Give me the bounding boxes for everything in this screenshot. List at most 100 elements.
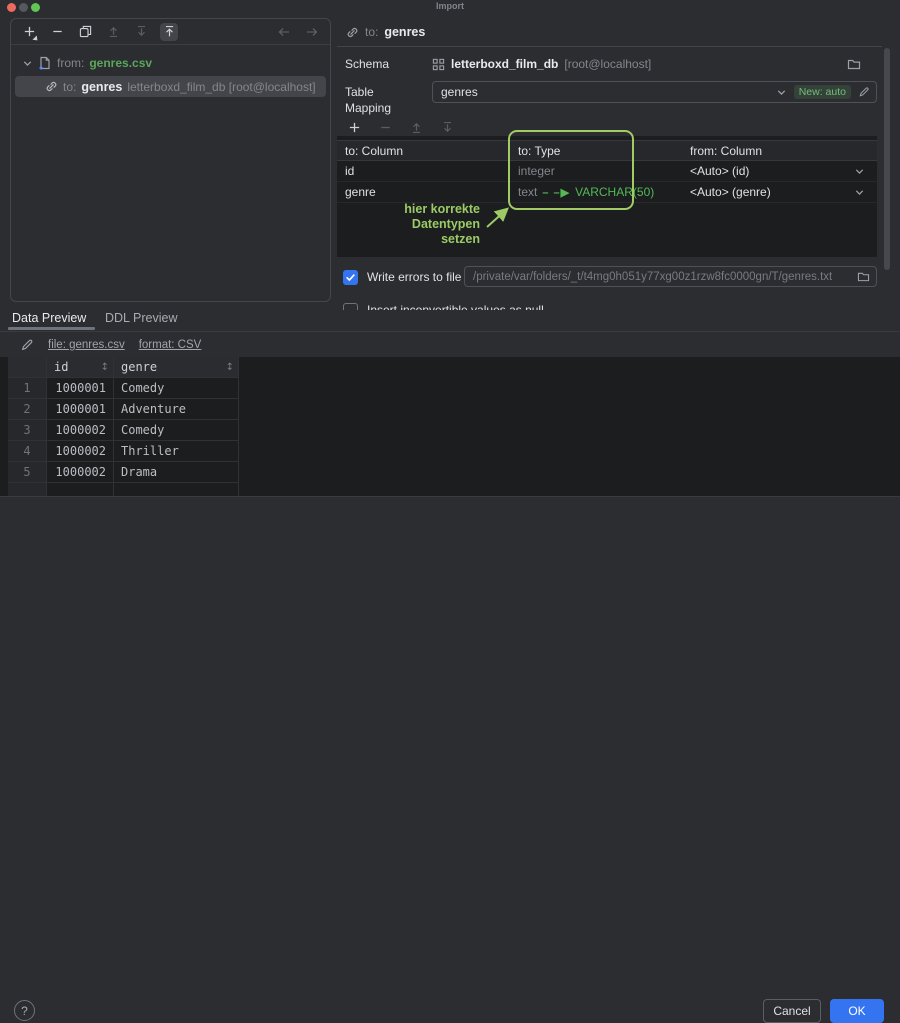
active-tab-indicator [8, 327, 95, 330]
schema-detail: [root@localhost] [564, 57, 651, 71]
column-header-id[interactable]: id ↕ [47, 357, 114, 378]
tab-ddl-preview[interactable]: DDL Preview [105, 311, 177, 329]
scroll-to-source-icon[interactable] [160, 23, 178, 41]
target-prefix: to: [63, 80, 76, 94]
annotation-arrow-icon [484, 204, 516, 232]
insert-null-label: Insert inconvertible values as null [367, 303, 544, 310]
file-link[interactable]: file: genres.csv [48, 339, 125, 351]
cell-id[interactable]: 1000002 [47, 462, 114, 483]
source-file-name: genres.csv [89, 56, 152, 70]
header-table-name: genres [384, 25, 425, 39]
mapping-column-name: id [337, 164, 510, 178]
table-row-partial [8, 483, 239, 496]
table-name-value: genres [441, 85, 769, 99]
insert-null-checkbox[interactable] [343, 303, 358, 311]
move-down-icon[interactable] [132, 23, 150, 41]
row-number: 2 [8, 399, 47, 420]
ok-button[interactable]: OK [830, 999, 884, 1023]
mapping-row-genre[interactable]: genre text – –▶ VARCHAR(50) <Auto> (genr… [337, 182, 877, 203]
folder-icon[interactable] [857, 271, 870, 282]
chevron-down-icon[interactable] [776, 87, 787, 98]
cell-genre[interactable]: Comedy [114, 420, 239, 441]
mapping-from-value: <Auto> (genre) [690, 185, 771, 199]
col-header-to-type[interactable]: to: Type [510, 144, 682, 158]
error-file-path: /private/var/folders/_t/t4mg0h051y77xg00… [473, 271, 857, 283]
col-header-from-column[interactable]: from: Column [682, 144, 877, 158]
data-preview-area: id ↕ genre ↕ 1 1000001 Comedy 2 1000001 … [0, 357, 900, 496]
insert-null-row: Insert inconvertible values as null [343, 299, 877, 310]
mapping-remove-icon[interactable] [376, 118, 394, 136]
edit-pencil-icon[interactable] [20, 338, 34, 352]
mapping-type: integer [518, 164, 555, 178]
cell-id[interactable]: 1000001 [47, 378, 114, 399]
table-row[interactable]: 2 1000001 Adventure [8, 399, 239, 420]
tree-item-target[interactable]: to: genres letterboxd_film_db [root@loca… [15, 76, 326, 97]
table-row[interactable]: 5 1000002 Drama [8, 462, 239, 483]
cell-id[interactable]: 1000002 [47, 441, 114, 462]
error-file-path-field[interactable]: /private/var/folders/_t/t4mg0h051y77xg00… [464, 266, 877, 287]
mapping-type: text [518, 185, 537, 199]
table-name-field[interactable]: genres New: auto [432, 81, 877, 103]
duplicate-icon[interactable] [76, 23, 94, 41]
back-arrow-icon[interactable] [275, 23, 293, 41]
cancel-button[interactable]: Cancel [763, 999, 821, 1023]
preview-header-row: id ↕ genre ↕ [8, 357, 239, 378]
mapping-mapped-type: VARCHAR(50) [575, 185, 654, 199]
add-icon[interactable] [20, 23, 38, 41]
cell-genre[interactable]: Drama [114, 462, 239, 483]
title-bar: Import [0, 0, 900, 16]
mapping-add-icon[interactable] [345, 118, 363, 136]
table-row[interactable]: 1 1000001 Comedy [8, 378, 239, 399]
schema-row: Schema letterboxd_film_db [root@localhos… [337, 52, 877, 76]
tree-item-source[interactable]: from: genres.csv [11, 53, 330, 73]
link-icon [45, 80, 58, 93]
cell-genre[interactable]: Adventure [114, 399, 239, 420]
schema-value[interactable]: letterboxd_film_db [root@localhost] [432, 57, 847, 71]
target-header: to: genres [337, 18, 882, 47]
mapping-from-value: <Auto> (id) [690, 164, 749, 178]
mapping-move-up-icon[interactable] [407, 118, 425, 136]
row-number: 5 [8, 462, 47, 483]
table-row[interactable]: 4 1000002 Thriller [8, 441, 239, 462]
column-header-genre[interactable]: genre ↕ [114, 357, 239, 378]
col-header-to-column[interactable]: to: Column [337, 144, 510, 158]
row-number-header [8, 357, 47, 378]
sort-icon[interactable]: ↕ [226, 362, 234, 373]
vertical-scrollbar[interactable] [884, 48, 890, 270]
annotation-text: hier korrekte Datentypen setzen [347, 202, 480, 247]
chevron-down-icon[interactable] [854, 187, 865, 198]
folder-icon[interactable] [847, 58, 861, 70]
cell-id[interactable]: 1000001 [47, 399, 114, 420]
type-mapping-arrow-icon: – –▶ [542, 186, 570, 199]
row-number: 1 [8, 378, 47, 399]
target-db-detail: letterboxd_film_db [root@localhost] [127, 80, 315, 94]
cell-genre[interactable]: Comedy [114, 378, 239, 399]
dialog-footer: ? Cancel OK [0, 496, 900, 532]
source-target-panel: from: genres.csv to: genres letterboxd_f… [10, 18, 331, 302]
move-up-icon[interactable] [104, 23, 122, 41]
mapping-row-id[interactable]: id integer <Auto> (id) [337, 161, 877, 182]
file-info-row: file: genres.csv format: CSV [20, 336, 201, 354]
mapping-move-down-icon[interactable] [438, 118, 456, 136]
window-title: Import [0, 1, 900, 11]
tabs-divider [0, 331, 900, 332]
schema-label: Schema [337, 57, 432, 71]
csv-file-icon [38, 56, 52, 70]
help-button[interactable]: ? [14, 1000, 35, 1021]
write-errors-row: Write errors to file /private/var/folder… [343, 266, 877, 288]
remove-icon[interactable] [48, 23, 66, 41]
cell-genre[interactable]: Thriller [114, 441, 239, 462]
mapping-section-label: Mapping [345, 101, 391, 115]
format-link[interactable]: format: CSV [139, 339, 202, 351]
write-errors-checkbox[interactable] [343, 270, 358, 285]
edit-pencil-icon[interactable] [858, 86, 870, 98]
cell-id[interactable]: 1000002 [47, 420, 114, 441]
table-row[interactable]: 3 1000002 Comedy [8, 420, 239, 441]
table-row: Table genres New: auto [337, 80, 877, 104]
mapping-column-name: genre [337, 185, 510, 199]
sort-icon[interactable]: ↕ [101, 362, 109, 373]
expander-chevron-icon[interactable] [22, 58, 33, 69]
chevron-down-icon[interactable] [854, 166, 865, 177]
import-tree: from: genres.csv to: genres letterboxd_f… [11, 46, 330, 97]
forward-arrow-icon[interactable] [303, 23, 321, 41]
